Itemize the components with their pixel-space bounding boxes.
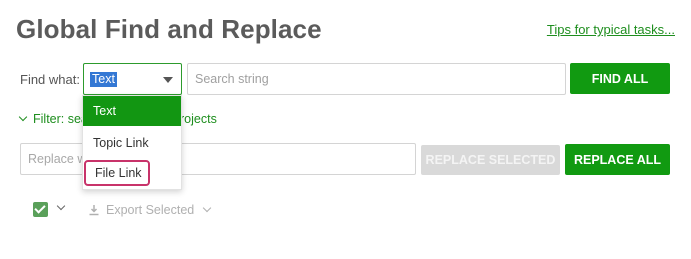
selection-options-chevron-icon[interactable] — [56, 201, 66, 211]
find-all-button[interactable]: FIND ALL — [570, 63, 670, 94]
filter-label-start: Filter: sea — [33, 112, 88, 126]
search-type-select[interactable]: Text — [83, 63, 182, 95]
search-type-dropdown: Text Topic Link File Link — [82, 95, 182, 190]
dropdown-option-file-link[interactable]: File Link — [84, 160, 150, 186]
filter-label-end: rojects — [180, 112, 217, 126]
select-all-checkbox[interactable] — [33, 202, 48, 217]
chevron-down-icon — [203, 203, 212, 213]
replace-all-button[interactable]: REPLACE ALL — [565, 144, 670, 175]
find-what-label: Find what: — [20, 72, 80, 87]
search-input[interactable] — [187, 63, 566, 95]
search-type-value: Text — [90, 72, 117, 87]
dropdown-option-topic-link[interactable]: Topic Link — [83, 128, 181, 158]
replace-selected-button[interactable]: REPLACE SELECTED — [421, 145, 560, 175]
export-selected-label: Export Selected — [106, 203, 195, 217]
export-selected-button[interactable]: Export Selected — [88, 203, 212, 217]
chevron-down-icon — [163, 77, 173, 83]
chevron-down-icon — [18, 112, 28, 122]
dropdown-option-text[interactable]: Text — [83, 96, 181, 126]
filter-toggle[interactable]: Filter: sea rojects — [18, 112, 217, 126]
download-icon — [89, 205, 99, 216]
tips-link[interactable]: Tips for typical tasks... — [547, 22, 675, 37]
replace-input[interactable] — [20, 143, 416, 175]
page-title: Global Find and Replace — [16, 14, 322, 44]
